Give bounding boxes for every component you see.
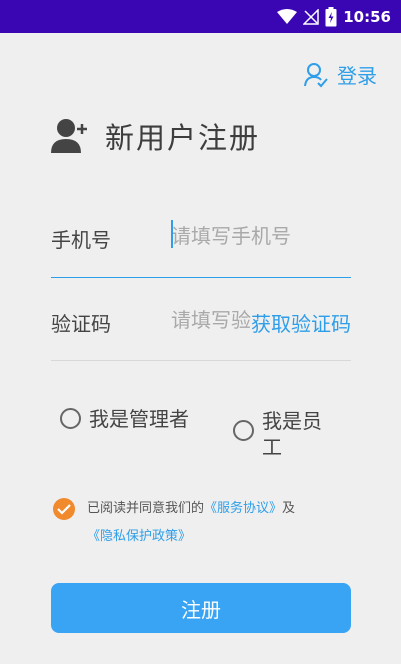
agreement-text: 已阅读并同意我们的《服务协议》及 [87, 495, 343, 523]
wifi-icon [277, 8, 298, 24]
agreement-and: 及 [282, 501, 296, 516]
role-manager-label: 我是管理者 [89, 407, 189, 431]
service-agreement-link[interactable]: 《服务协议》 [204, 501, 282, 516]
page-title: 新用户注册 [51, 115, 260, 157]
phone-input[interactable] [171, 224, 351, 248]
code-label: 验证码 [51, 312, 111, 336]
code-row: 验证码 获取验证码 [51, 278, 351, 361]
clock: 10:56 [343, 7, 391, 26]
status-icons: 10:56 [277, 0, 391, 33]
role-employee-label: 我是员工 [262, 409, 322, 459]
register-label: 注册 [181, 597, 221, 622]
login-link[interactable]: 登录 [303, 60, 377, 89]
login-label: 登录 [337, 64, 377, 88]
role-manager-radio[interactable]: 我是管理者 [60, 406, 189, 432]
check-icon [57, 504, 71, 515]
battery-icon [325, 6, 337, 26]
agreement-prefix: 已阅读并同意我们的 [87, 501, 205, 516]
radio-circle [60, 408, 81, 429]
user-check-icon [304, 62, 328, 87]
signal-icon [303, 8, 319, 25]
role-employee-radio[interactable]: 我是员工 [233, 408, 337, 460]
page-title-text: 新用户注册 [105, 121, 261, 155]
text-cursor [171, 220, 173, 248]
phone-label: 手机号 [51, 228, 111, 252]
privacy-policy-link[interactable]: 《隐私保护政策》 [87, 529, 191, 544]
status-bar: 10:56 [0, 0, 401, 33]
register-button[interactable]: 注册 [51, 583, 351, 633]
radio-circle [233, 420, 254, 441]
get-code-button[interactable]: 获取验证码 [251, 308, 351, 337]
add-user-icon [51, 119, 87, 153]
phone-row: 手机号 [51, 196, 351, 278]
agreement-line2: 《隐私保护政策》 [87, 523, 191, 551]
agreement-checkbox[interactable] [53, 498, 75, 520]
